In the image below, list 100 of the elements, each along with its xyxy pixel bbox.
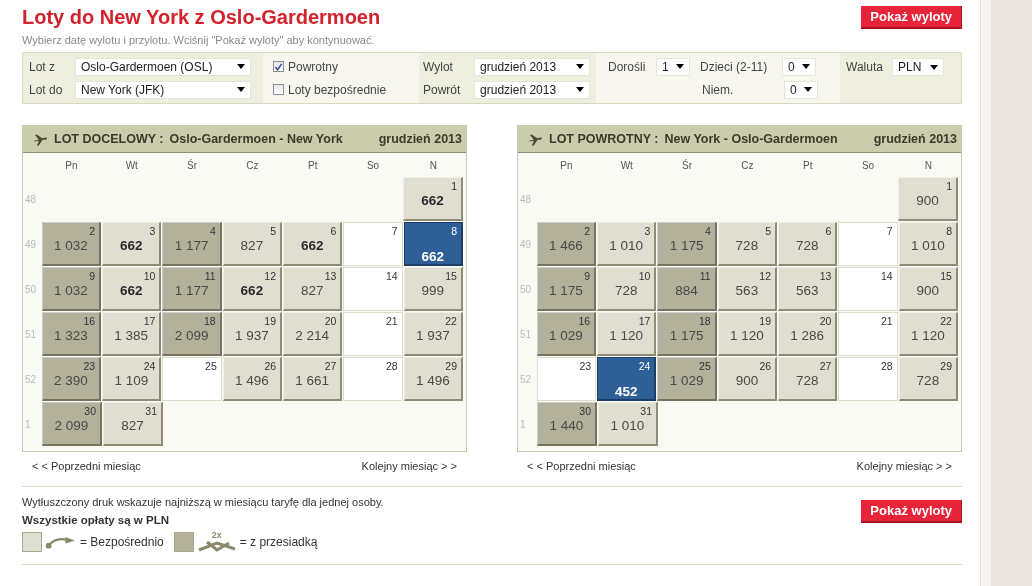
day-cell[interactable]: 15 999 bbox=[403, 267, 463, 311]
calendar-route: New York - Oslo-Gardermoen bbox=[664, 132, 838, 146]
day-cell[interactable]: 10 662 bbox=[102, 267, 162, 311]
day-cell[interactable]: 8 1 010 bbox=[898, 222, 958, 266]
checkbox[interactable] bbox=[273, 61, 284, 72]
day-cell[interactable]: 13 563 bbox=[778, 267, 838, 311]
day-cell[interactable]: 17 1 120 bbox=[597, 312, 657, 356]
unavailable-day-cell[interactable]: 7 bbox=[838, 222, 898, 266]
instruction-text: Wybierz datę wylotu i przylotu. Wciśnij "Pokaż wyloty" aby kontynuować. bbox=[22, 34, 376, 46]
day-cell[interactable]: 9 1 032 bbox=[41, 267, 102, 311]
unavailable-day-cell[interactable]: 14 bbox=[343, 267, 403, 311]
day-cell[interactable]: 4 1 175 bbox=[657, 222, 717, 266]
field-label: Niem. bbox=[702, 82, 735, 97]
day-cell[interactable]: 12 563 bbox=[717, 267, 778, 311]
return-month-select[interactable]: grudzień 2013 bbox=[474, 80, 590, 99]
checkbox-label[interactable]: Loty bezpośrednie bbox=[288, 82, 387, 97]
day-cell[interactable]: 24 1 109 bbox=[102, 357, 162, 401]
unavailable-day-cell[interactable]: 23 bbox=[536, 357, 597, 401]
day-cell[interactable]: 11 884 bbox=[657, 267, 717, 311]
calendar-label: LOT POWROTNY : bbox=[549, 132, 659, 146]
infants-select[interactable]: 0 bbox=[784, 80, 818, 99]
day-cell[interactable]: 23 2 390 bbox=[41, 357, 102, 401]
weekday-label: N bbox=[923, 159, 933, 171]
day-cell[interactable]: 9 1 175 bbox=[536, 267, 597, 311]
calendar-month: grudzień 2013 bbox=[378, 132, 462, 146]
day-cell[interactable]: 13 827 bbox=[283, 267, 343, 311]
week-number: 1 bbox=[24, 418, 32, 430]
day-cell[interactable]: 29 1 496 bbox=[403, 357, 464, 401]
checkbox[interactable] bbox=[273, 84, 284, 95]
day-cell[interactable]: 17 1 385 bbox=[102, 312, 162, 356]
day-cell[interactable]: 1 900 bbox=[898, 177, 958, 221]
day-cell[interactable]: 22 1 120 bbox=[898, 312, 958, 356]
day-cell[interactable]: 22 1 937 bbox=[403, 312, 463, 356]
day-cell[interactable]: 6 662 bbox=[283, 222, 343, 266]
day-cell[interactable]: 18 1 175 bbox=[657, 312, 717, 356]
day-cell[interactable]: 31 827 bbox=[103, 402, 163, 446]
currency-select[interactable]: PLN bbox=[892, 58, 944, 76]
weekday-label: N bbox=[428, 159, 438, 171]
day-cell[interactable]: 4 1 177 bbox=[162, 222, 222, 266]
day-cell[interactable]: 29 728 bbox=[898, 357, 959, 401]
day-cell[interactable]: 11 1 177 bbox=[162, 267, 222, 311]
day-cell[interactable]: 20 1 286 bbox=[778, 312, 838, 356]
day-cell[interactable]: 30 1 440 bbox=[537, 402, 597, 446]
weekday-label: Cz bbox=[245, 159, 260, 171]
caret-icon bbox=[930, 64, 938, 70]
show-flights-button[interactable]: Pokaż wyloty bbox=[861, 500, 962, 523]
day-cell[interactable]: 2 1 032 bbox=[41, 222, 102, 266]
unavailable-day-cell[interactable]: 14 bbox=[838, 267, 898, 311]
day-cell[interactable]: 5 728 bbox=[717, 222, 778, 266]
day-cell[interactable]: 1 662 bbox=[403, 177, 463, 221]
day-cell[interactable]: 15 900 bbox=[898, 267, 958, 311]
day-cell[interactable]: 6 728 bbox=[778, 222, 838, 266]
previous-month-link[interactable]: < < Poprzedni miesiąc bbox=[527, 460, 636, 472]
day-cell[interactable]: 3 662 bbox=[102, 222, 162, 266]
week-number: 49 bbox=[519, 238, 533, 250]
day-cell[interactable]: 26 900 bbox=[717, 357, 778, 401]
day-cell[interactable]: 19 1 937 bbox=[222, 312, 283, 356]
day-cell[interactable]: 2 1 466 bbox=[536, 222, 597, 266]
day-cell[interactable]: 27 728 bbox=[778, 357, 838, 401]
checkbox-label[interactable]: Powrotny bbox=[288, 59, 339, 74]
selected-day-cell[interactable]: 8 662 bbox=[403, 222, 463, 266]
caret-icon bbox=[576, 87, 584, 92]
unavailable-day-cell[interactable]: 28 bbox=[838, 357, 898, 401]
day-cell[interactable]: 26 1 496 bbox=[222, 357, 283, 401]
day-cell[interactable]: 3 1 010 bbox=[597, 222, 657, 266]
children-select[interactable]: 0 bbox=[782, 57, 816, 76]
unavailable-day-cell[interactable]: 25 bbox=[162, 357, 222, 401]
selected-day-cell[interactable]: 24 452 bbox=[597, 357, 657, 401]
next-month-link[interactable]: Kolejny miesiąc > > bbox=[361, 460, 457, 472]
day-cell[interactable]: 27 1 661 bbox=[283, 357, 343, 401]
week-number: 51 bbox=[24, 328, 38, 340]
day-cell[interactable]: 31 1 010 bbox=[598, 402, 658, 446]
day-cell[interactable]: 16 1 323 bbox=[41, 312, 102, 356]
day-cell[interactable]: 20 2 214 bbox=[283, 312, 343, 356]
legend-label: = Bezpośrednio bbox=[80, 534, 164, 549]
day-cell[interactable]: 19 1 120 bbox=[717, 312, 778, 356]
unavailable-day-cell[interactable]: 28 bbox=[343, 357, 403, 401]
next-month-link[interactable]: Kolejny miesiąc > > bbox=[856, 460, 952, 472]
day-cell[interactable]: 10 728 bbox=[597, 267, 657, 311]
departure-month-select[interactable]: grudzień 2013 bbox=[474, 57, 590, 76]
unavailable-day-cell[interactable]: 7 bbox=[343, 222, 403, 266]
field-label: Dorośli bbox=[608, 59, 647, 74]
destination-select[interactable]: New York (JFK) bbox=[75, 80, 251, 99]
caret-icon bbox=[804, 87, 812, 92]
day-cell[interactable]: 18 2 099 bbox=[162, 312, 222, 356]
day-cell[interactable]: 30 2 099 bbox=[42, 402, 102, 446]
day-cell[interactable]: 12 662 bbox=[222, 267, 283, 311]
day-cell[interactable]: 5 827 bbox=[222, 222, 283, 266]
caret-icon bbox=[802, 64, 810, 69]
origin-select[interactable]: Oslo-Gardermoen (OSL) bbox=[75, 57, 251, 76]
unavailable-day-cell[interactable]: 21 bbox=[838, 312, 898, 356]
adults-select[interactable]: 1 bbox=[656, 57, 690, 76]
day-cell[interactable]: 25 1 029 bbox=[657, 357, 717, 401]
weekday-label: Pn bbox=[64, 159, 79, 171]
caret-icon bbox=[237, 64, 245, 69]
previous-month-link[interactable]: < < Poprzedni miesiąc bbox=[32, 460, 141, 472]
note-text: Wytłuszczony druk wskazuje najniższą w miesiącu taryfę dla jednej osoby. bbox=[22, 496, 384, 508]
show-flights-button[interactable]: Pokaż wyloty bbox=[861, 6, 962, 29]
day-cell[interactable]: 16 1 029 bbox=[536, 312, 597, 356]
unavailable-day-cell[interactable]: 21 bbox=[343, 312, 403, 356]
